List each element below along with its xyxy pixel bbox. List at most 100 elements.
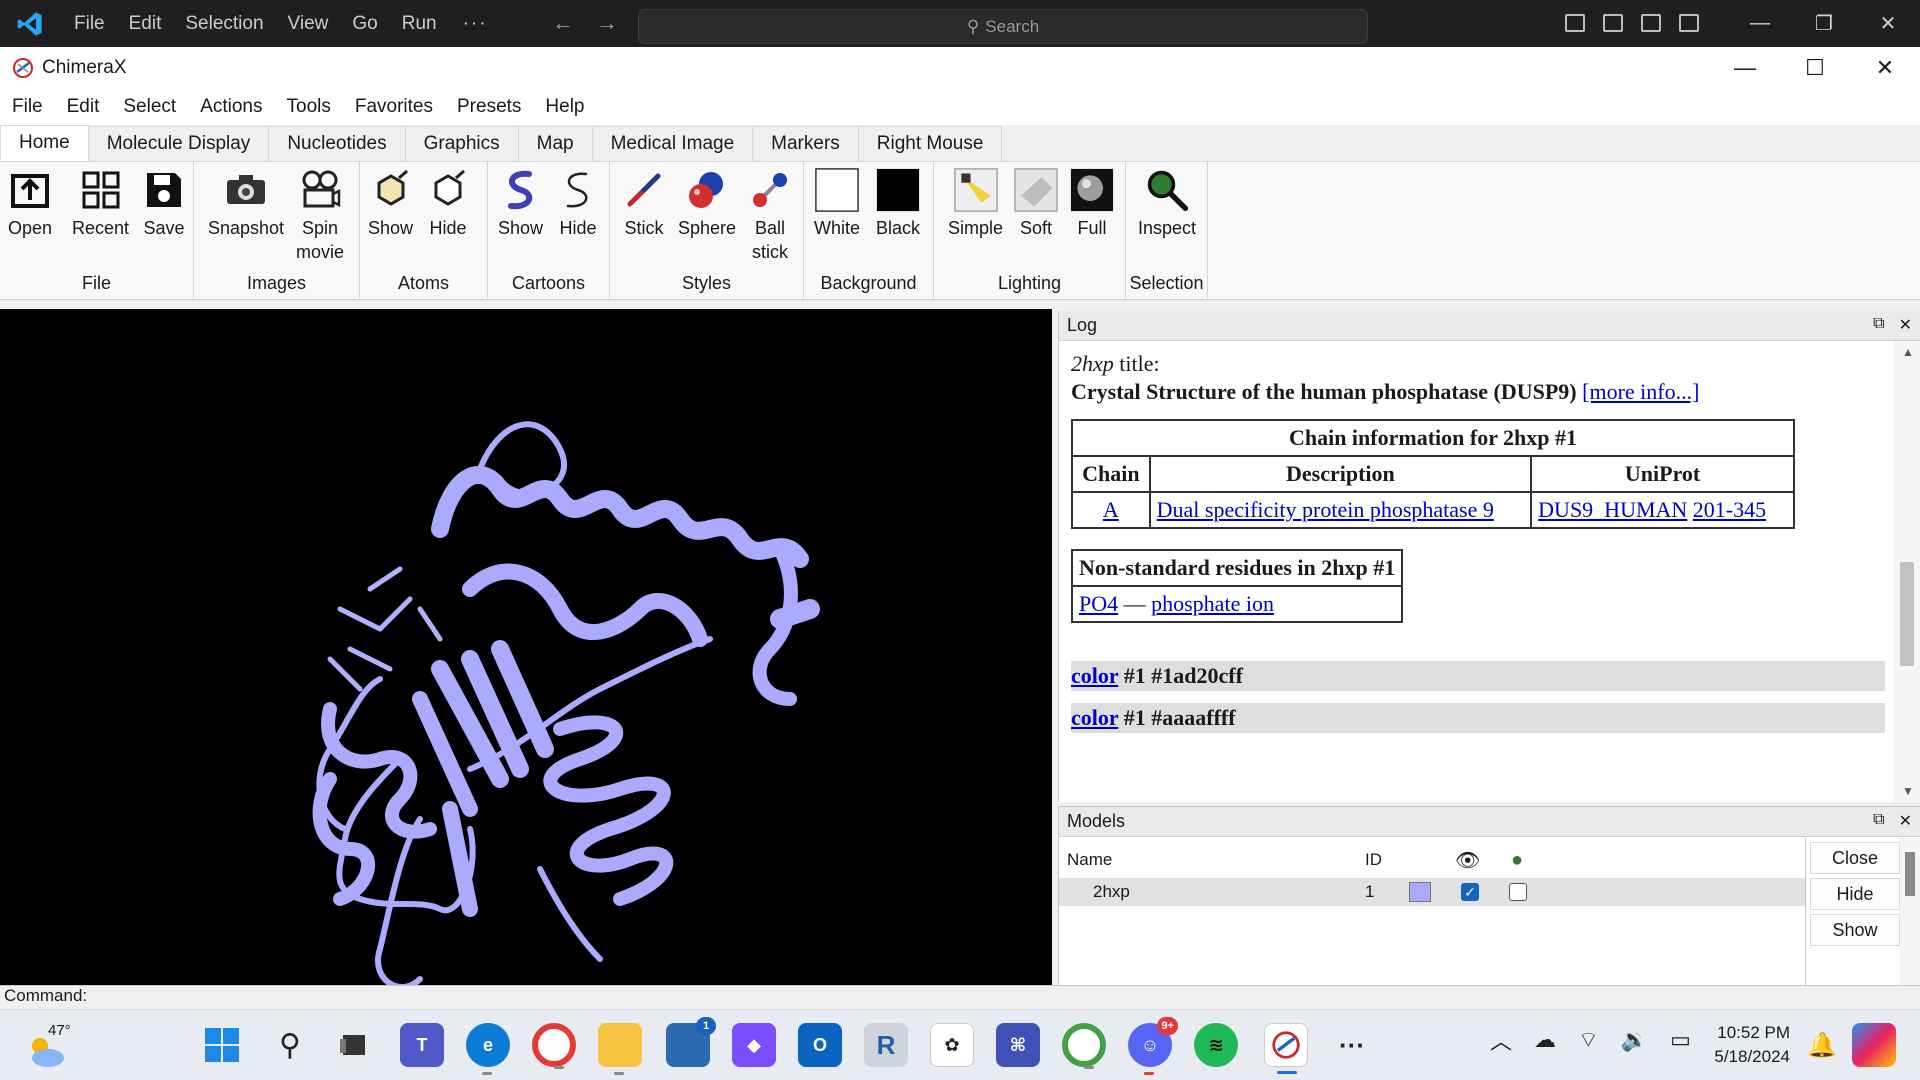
log-scroll-thumb[interactable] — [1900, 562, 1914, 666]
chain-description-link[interactable]: Dual specificity protein phosphatase 9 — [1157, 497, 1494, 522]
vscode-more-menu[interactable]: ··· — [463, 13, 488, 35]
tab-map[interactable]: Map — [517, 126, 593, 161]
snapshot-button[interactable]: Snapshot — [208, 168, 284, 240]
discord-icon[interactable]: ☺ 9+ — [1128, 1017, 1178, 1075]
vscode-close-button[interactable]: ✕ — [1856, 0, 1920, 47]
black-background-button[interactable]: Black — [876, 168, 920, 240]
log-close-icon[interactable]: ✕ — [1899, 315, 1912, 335]
sphere-button[interactable]: Sphere — [678, 168, 736, 240]
color-command-link[interactable]: color — [1071, 663, 1118, 688]
open-button[interactable]: Open — [8, 168, 52, 240]
po4-link[interactable]: PO4 — [1079, 591, 1118, 616]
command-line[interactable]: Command: — [0, 985, 1920, 1009]
chevron-up-icon[interactable]: ︿ — [1490, 1024, 1512, 1056]
microsoft-store-icon[interactable]: 1 — [666, 1017, 716, 1067]
chrome-profile-icon[interactable] — [532, 1023, 576, 1069]
spin-movie-button[interactable]: Spin movie — [292, 168, 348, 264]
toggle-primary-sidebar-icon[interactable] — [1565, 14, 1585, 32]
copilot-icon[interactable]: ◆ — [732, 1023, 776, 1067]
uniprot-range-link[interactable]: 201-345 — [1693, 497, 1766, 522]
vscode-restore-button[interactable]: ❐ — [1792, 0, 1856, 47]
model-select-checkbox[interactable] — [1509, 883, 1527, 901]
minimize-button[interactable]: — — [1710, 47, 1780, 89]
vscode-logo-icon[interactable] — [12, 10, 48, 38]
chatgpt-icon[interactable]: ✿ — [930, 1023, 974, 1067]
r-studio-icon[interactable]: R — [864, 1023, 908, 1067]
model-shown-checkbox[interactable]: ✓ — [1461, 883, 1479, 901]
save-button[interactable]: Save — [142, 168, 186, 240]
vscode-menu-go[interactable]: Go — [340, 13, 389, 35]
models-scrollbar[interactable] — [1900, 838, 1920, 986]
model-color-swatch[interactable] — [1409, 882, 1431, 902]
recent-button[interactable]: Recent — [72, 168, 129, 240]
network-app-icon[interactable]: ⌘ — [996, 1023, 1040, 1067]
menu-select[interactable]: Select — [111, 96, 188, 118]
menu-presets[interactable]: Presets — [445, 96, 533, 118]
onedrive-cloud-icon[interactable]: ☁ — [1534, 1027, 1556, 1053]
tab-molecule-display[interactable]: Molecule Display — [87, 126, 270, 161]
menu-file[interactable]: File — [0, 96, 55, 118]
name-column-header[interactable]: Name — [1067, 850, 1112, 870]
vscode-minimize-button[interactable]: — — [1728, 0, 1792, 47]
eye-icon[interactable]: 👁 — [1455, 848, 1480, 873]
more-info-link[interactable]: [more info...] — [1582, 379, 1699, 404]
chrome-icon[interactable] — [1062, 1023, 1106, 1069]
vscode-search-box[interactable]: ⚲ Search — [638, 9, 1368, 44]
toggle-panel-icon[interactable] — [1603, 14, 1623, 32]
menu-actions[interactable]: Actions — [188, 96, 274, 118]
atoms-show-button[interactable]: Show — [368, 168, 413, 240]
tab-medical-image[interactable]: Medical Image — [591, 126, 754, 161]
cartoons-show-button[interactable]: Show — [498, 168, 543, 240]
log-scrollbar[interactable]: ▲ ▼ — [1894, 341, 1920, 802]
cartoons-hide-button[interactable]: Hide — [556, 168, 600, 240]
task-view-icon[interactable] — [332, 1023, 376, 1067]
menu-help[interactable]: Help — [533, 96, 596, 118]
spotify-icon[interactable]: ≋ — [1194, 1023, 1238, 1067]
ball-stick-button[interactable]: Ball stick — [748, 168, 792, 264]
tab-markers[interactable]: Markers — [752, 126, 859, 161]
battery-icon[interactable]: ▭ — [1670, 1027, 1691, 1053]
wifi-icon[interactable]: ⌔ — [1578, 1026, 1599, 1054]
chimerax-taskbar-icon[interactable] — [1264, 1023, 1308, 1074]
clock[interactable]: 10:52 PM 5/18/2024 — [1690, 1021, 1790, 1069]
inspect-button[interactable]: Inspect — [1138, 168, 1196, 240]
graphics-viewer[interactable] — [0, 309, 1052, 985]
vscode-menu-view[interactable]: View — [276, 13, 341, 35]
chain-a-link[interactable]: A — [1103, 497, 1119, 522]
notification-bell-icon[interactable]: 🔔 — [1800, 1023, 1844, 1067]
hide-model-button[interactable]: Hide — [1810, 878, 1900, 910]
scroll-up-icon[interactable]: ▲ — [1902, 345, 1914, 359]
edge-icon[interactable]: e — [466, 1023, 510, 1075]
undock-icon[interactable]: ⧉ — [1873, 811, 1884, 831]
close-model-button[interactable]: Close — [1810, 842, 1900, 874]
stick-button[interactable]: Stick — [622, 168, 666, 240]
undock-icon[interactable]: ⧉ — [1873, 315, 1884, 335]
tab-nucleotides[interactable]: Nucleotides — [268, 126, 406, 161]
vscode-menu-run[interactable]: Run — [390, 13, 449, 35]
models-close-icon[interactable]: ✕ — [1899, 811, 1912, 831]
select-pointer-icon[interactable]: ● — [1511, 849, 1523, 872]
outlook-icon[interactable]: O — [798, 1023, 842, 1067]
vscode-menu-file[interactable]: File — [62, 13, 117, 35]
full-lighting-button[interactable]: Full — [1070, 168, 1114, 240]
volume-icon[interactable]: 🔉 — [1621, 1027, 1648, 1053]
tab-graphics[interactable]: Graphics — [404, 126, 519, 161]
white-background-button[interactable]: White — [814, 168, 860, 240]
menu-edit[interactable]: Edit — [55, 96, 112, 118]
soft-lighting-button[interactable]: Soft — [1014, 168, 1058, 240]
menu-favorites[interactable]: Favorites — [343, 96, 445, 118]
atoms-hide-button[interactable]: Hide — [426, 168, 470, 240]
back-arrow-icon[interactable]: ← — [552, 10, 574, 36]
teams-icon[interactable]: T — [400, 1023, 444, 1067]
more-apps-icon[interactable]: ··· — [1330, 1023, 1374, 1067]
menu-tools[interactable]: Tools — [275, 96, 343, 118]
maximize-button[interactable]: ☐ — [1780, 47, 1850, 89]
toggle-secondary-sidebar-icon[interactable] — [1641, 14, 1661, 32]
file-explorer-icon[interactable] — [598, 1023, 642, 1075]
scroll-down-icon[interactable]: ▼ — [1902, 784, 1914, 798]
start-button[interactable] — [200, 1023, 244, 1067]
customize-layout-icon[interactable] — [1679, 14, 1699, 32]
id-column-header[interactable]: ID — [1365, 850, 1382, 870]
simple-lighting-button[interactable]: Simple — [948, 168, 1003, 240]
weather-widget[interactable]: 47° — [22, 1020, 82, 1072]
